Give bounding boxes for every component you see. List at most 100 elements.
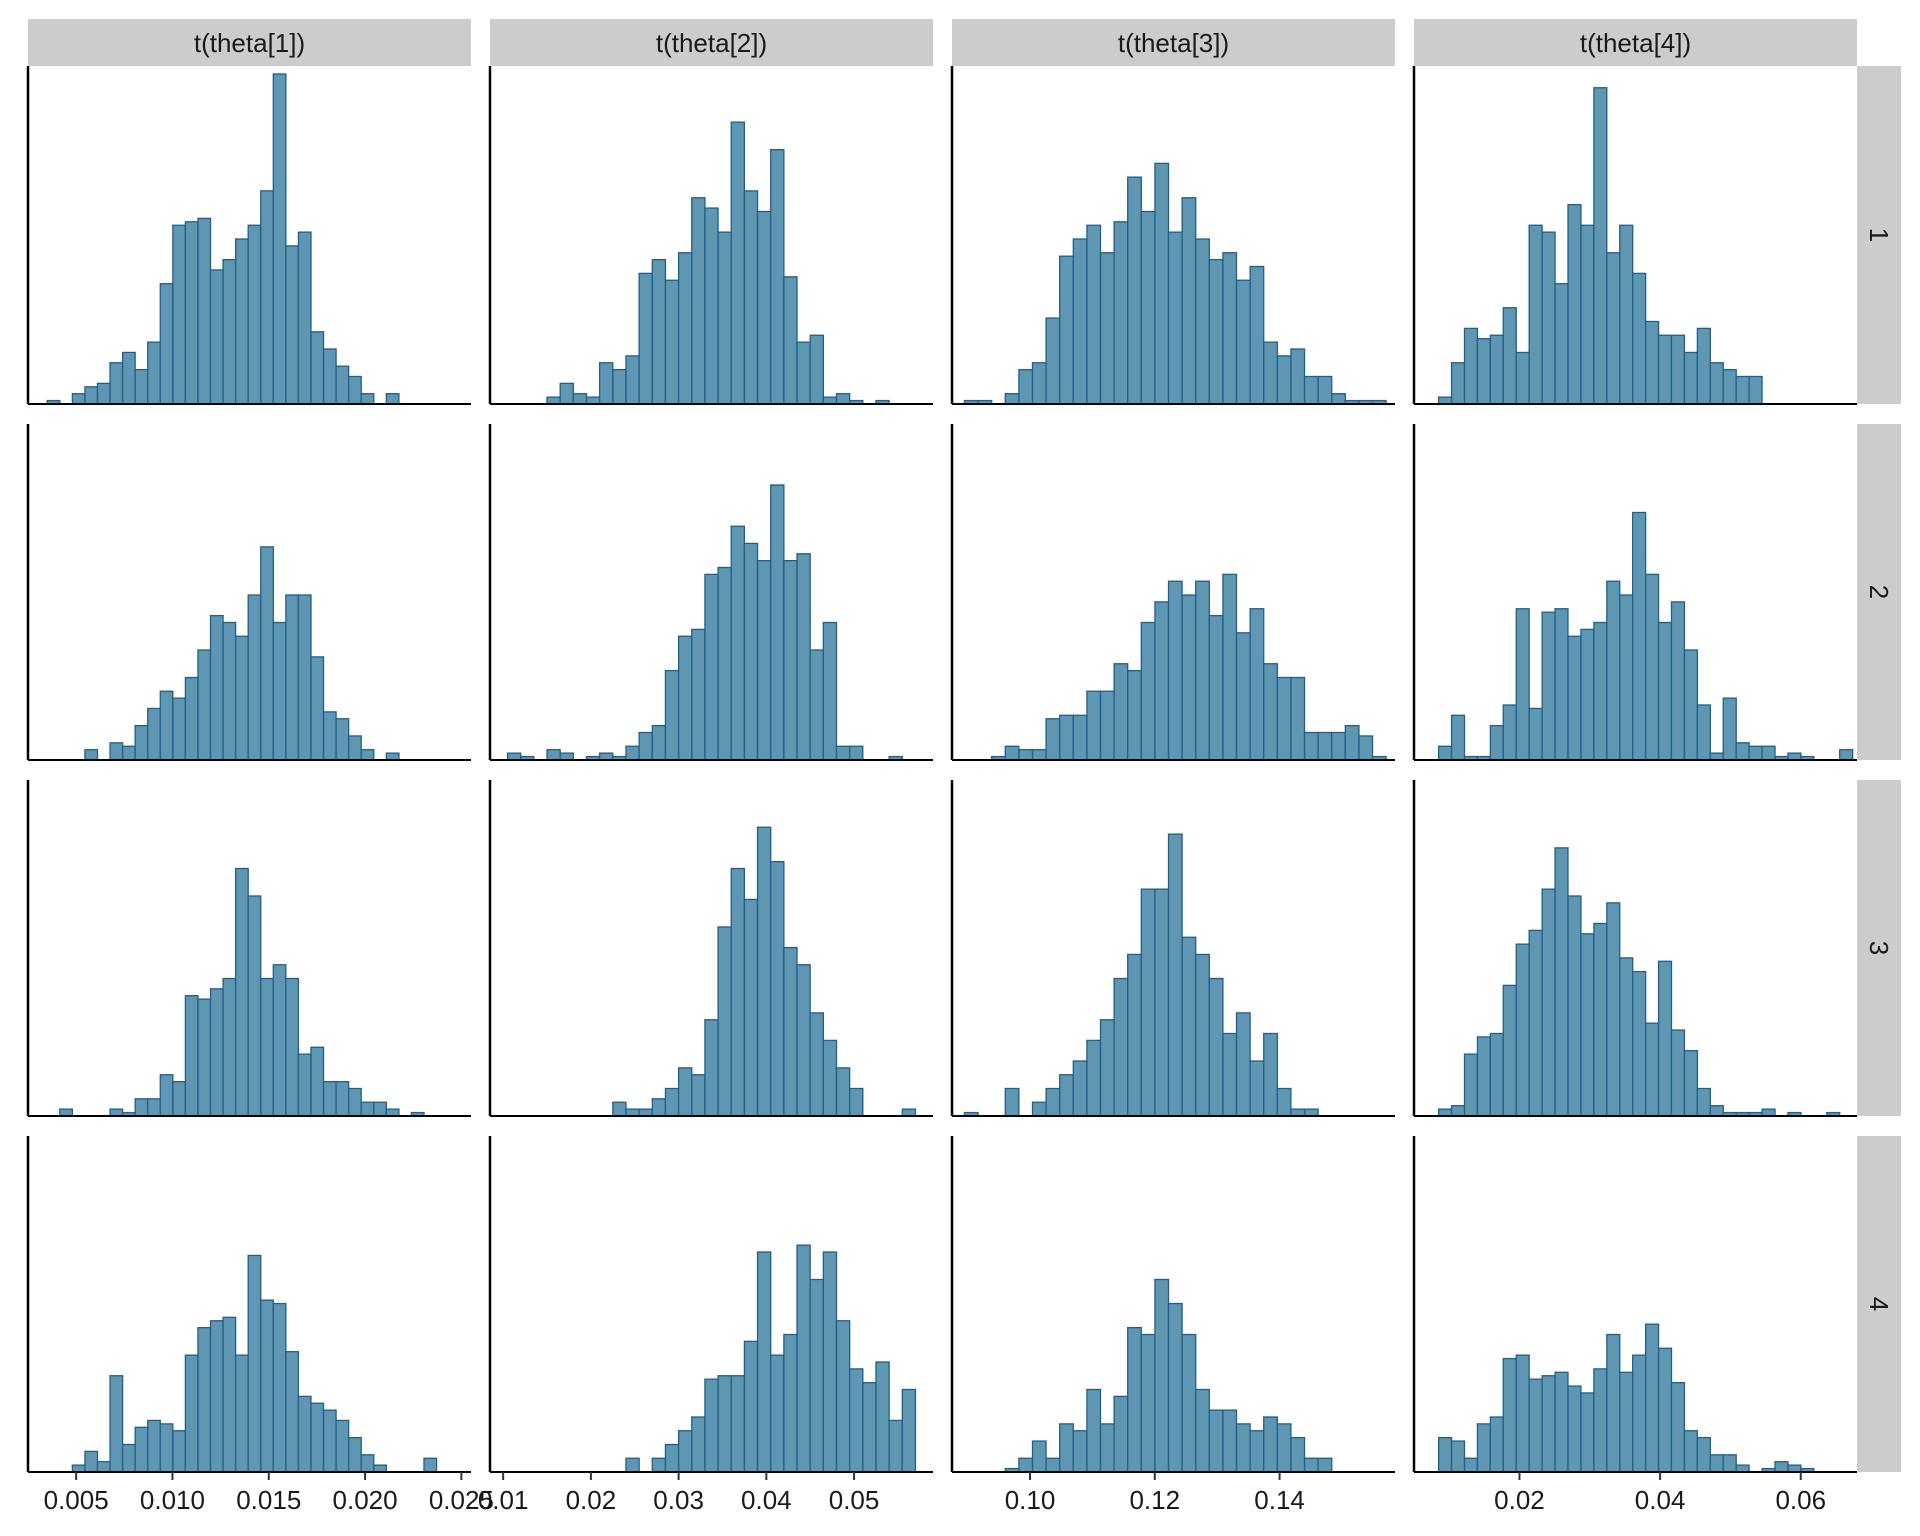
histogram-bar bbox=[147, 707, 161, 761]
histogram-bar bbox=[1632, 1354, 1647, 1473]
histogram-bar bbox=[1358, 735, 1374, 761]
histogram-bar bbox=[704, 1019, 719, 1117]
histogram-bar bbox=[1774, 1461, 1789, 1473]
histogram-bar bbox=[796, 1244, 811, 1473]
histogram-bar bbox=[310, 1402, 325, 1473]
histogram-bar bbox=[1787, 1464, 1802, 1473]
histogram-bar bbox=[1208, 977, 1224, 1117]
x-tick-label: 0.04 bbox=[1635, 1485, 1686, 1515]
histogram-bar bbox=[1249, 1060, 1265, 1117]
histogram-bar bbox=[1696, 1436, 1711, 1473]
histogram-bar bbox=[360, 749, 375, 761]
histogram-bar bbox=[1276, 1423, 1292, 1473]
histogram-bar bbox=[1489, 724, 1504, 761]
histogram-bar bbox=[1619, 1371, 1634, 1473]
col-strip-label: t(theta[2]) bbox=[656, 28, 767, 58]
histogram-bar bbox=[1580, 224, 1595, 405]
histogram-bar bbox=[1099, 1019, 1115, 1117]
histogram-bar bbox=[1167, 1302, 1183, 1473]
histogram-bar bbox=[1113, 221, 1129, 405]
histogram-bar bbox=[272, 73, 287, 405]
histogram-bar bbox=[612, 1101, 627, 1117]
histogram-bar bbox=[1072, 1430, 1088, 1473]
histogram-bar bbox=[1059, 1423, 1074, 1473]
histogram-bar bbox=[822, 621, 838, 761]
histogram-bar bbox=[664, 669, 680, 761]
histogram-bar bbox=[704, 207, 719, 405]
histogram-bar bbox=[96, 1461, 111, 1473]
histogram-bar bbox=[1722, 697, 1737, 761]
histogram-bar bbox=[1181, 197, 1197, 405]
histogram-bar bbox=[1222, 1409, 1238, 1473]
histogram-bar bbox=[197, 1326, 212, 1473]
histogram-bar bbox=[1249, 608, 1265, 761]
histogram-bar bbox=[1450, 362, 1466, 405]
histogram-bar bbox=[1644, 320, 1660, 405]
histogram-bar bbox=[783, 1333, 798, 1473]
histogram-bar bbox=[1670, 1381, 1686, 1473]
histogram-bar bbox=[1696, 1087, 1711, 1117]
histogram-bar bbox=[1541, 231, 1556, 405]
x-tick-label: 0.01 bbox=[478, 1485, 529, 1515]
histogram-bar bbox=[1502, 984, 1517, 1117]
histogram-bar bbox=[1632, 511, 1647, 761]
histogram-bar bbox=[184, 1354, 199, 1473]
histogram-bar bbox=[109, 362, 124, 405]
histogram-bar bbox=[1515, 608, 1530, 761]
histogram-bar bbox=[1059, 255, 1074, 405]
histogram-bar bbox=[260, 977, 274, 1117]
histogram-bar bbox=[1502, 704, 1517, 761]
histogram-bar bbox=[1113, 1395, 1129, 1473]
histogram-bar bbox=[285, 594, 300, 761]
histogram-bar bbox=[1004, 745, 1020, 761]
histogram-bar bbox=[247, 224, 262, 405]
histogram-bar bbox=[1317, 731, 1333, 761]
histogram-bar bbox=[1606, 580, 1621, 761]
histogram-bar bbox=[1154, 888, 1170, 1117]
histogram-bar bbox=[743, 1340, 759, 1473]
histogram-bar bbox=[322, 1409, 337, 1473]
histogram-bar bbox=[1541, 611, 1556, 761]
histogram-bar bbox=[599, 362, 614, 405]
histogram-bar bbox=[1463, 327, 1479, 405]
histogram-bar bbox=[1670, 334, 1686, 405]
histogram-bar bbox=[159, 1423, 174, 1473]
histogram-bar bbox=[71, 1464, 86, 1473]
histogram-bar bbox=[1154, 1278, 1170, 1473]
histogram-grid-chart: t(theta[1]) t(theta[2]) t(theta[3]) t(theta… bbox=[26, 19, 1901, 1515]
histogram-bar bbox=[1437, 745, 1453, 761]
histogram-bar bbox=[559, 752, 574, 761]
histogram-bar bbox=[1528, 1378, 1543, 1473]
histogram-bar bbox=[285, 1351, 300, 1473]
histogram-bar bbox=[1031, 1440, 1047, 1473]
histogram-bar bbox=[272, 964, 287, 1117]
histogram-bar bbox=[1317, 375, 1333, 405]
histogram-bar bbox=[612, 368, 627, 405]
histogram-bar bbox=[1567, 1385, 1582, 1473]
histogram-bar bbox=[1696, 704, 1711, 761]
histogram-bar bbox=[664, 1443, 680, 1473]
histogram-bar bbox=[234, 867, 249, 1117]
histogram-bar bbox=[1263, 1032, 1278, 1117]
histogram-bar bbox=[1567, 895, 1582, 1117]
histogram-bar bbox=[796, 341, 811, 405]
histogram-bar bbox=[234, 238, 249, 405]
histogram-bar bbox=[1099, 1423, 1115, 1473]
histogram-bar bbox=[1515, 943, 1530, 1117]
histogram-bar bbox=[1761, 745, 1776, 761]
x-tick-label: 0.12 bbox=[1129, 1485, 1180, 1515]
histogram-bar bbox=[1722, 368, 1737, 405]
histogram-bar bbox=[1541, 1375, 1556, 1473]
x-tick-label: 0.14 bbox=[1254, 1485, 1305, 1515]
col-strip-label: t(theta[4]) bbox=[1580, 28, 1691, 58]
histogram-bar bbox=[1303, 731, 1319, 761]
histogram-bar bbox=[835, 393, 851, 405]
histogram-bar bbox=[347, 1087, 362, 1117]
histogram-bar bbox=[1593, 621, 1608, 761]
histogram-bar bbox=[184, 676, 199, 761]
histogram-bar bbox=[664, 279, 680, 405]
histogram-bar bbox=[770, 860, 785, 1117]
histogram-bar bbox=[651, 1098, 667, 1117]
row-strip-label: 2 bbox=[1864, 585, 1894, 599]
histogram-bar bbox=[159, 690, 174, 761]
